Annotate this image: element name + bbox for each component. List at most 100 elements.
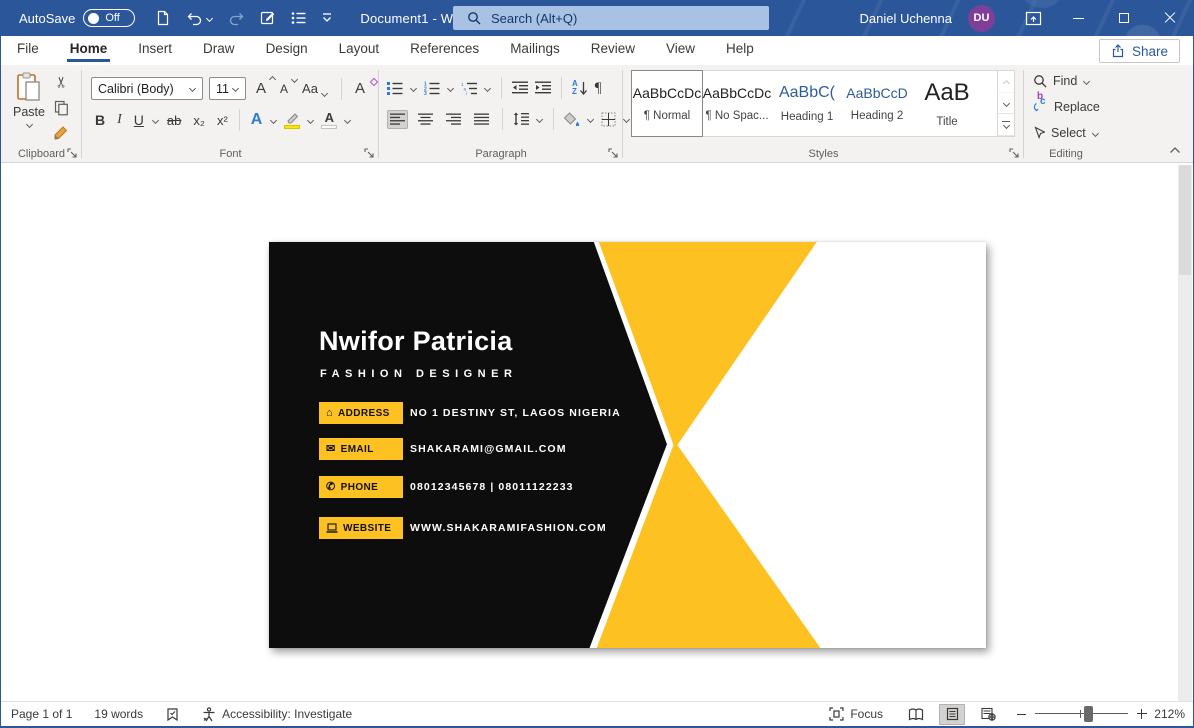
clipboard-dialog-launcher-icon[interactable]	[67, 148, 77, 158]
italic-button[interactable]: I	[113, 110, 126, 130]
find-button[interactable]: Find	[1033, 74, 1090, 88]
copy-icon[interactable]	[54, 100, 69, 116]
tab-references[interactable]: References	[409, 39, 480, 62]
style-normal[interactable]: AaBbCcDc ¶ Normal	[632, 71, 702, 136]
business-card[interactable]: Nwifor Patricia FASHION DESIGNER ⌂ ADDRE…	[269, 242, 986, 648]
ribbon-display-options-icon[interactable]	[1013, 0, 1053, 36]
customize-qat-icon[interactable]	[322, 13, 332, 23]
autosave-toggle[interactable]: Off	[83, 9, 136, 27]
tab-help[interactable]: Help	[725, 39, 755, 62]
tab-review[interactable]: Review	[590, 39, 636, 62]
minimize-button[interactable]	[1061, 0, 1095, 36]
zoom-out-icon[interactable]	[1017, 713, 1026, 715]
web-layout-button[interactable]	[975, 704, 1001, 725]
styles-scroll-down-icon[interactable]	[998, 93, 1014, 115]
collapse-ribbon-icon[interactable]	[1169, 146, 1181, 154]
tab-view[interactable]: View	[665, 39, 696, 62]
focus-button[interactable]: Focus	[829, 707, 883, 721]
multilevel-dropdown-icon[interactable]	[484, 86, 491, 91]
decrease-indent-icon[interactable]	[512, 81, 528, 95]
tab-home[interactable]: Home	[66, 39, 110, 62]
underline-button[interactable]: U	[130, 110, 148, 130]
paragraph-dialog-launcher-icon[interactable]	[608, 148, 618, 158]
text-effects-button[interactable]: A	[247, 109, 267, 131]
align-left-button[interactable]	[387, 109, 408, 129]
undo-dropdown-icon[interactable]	[206, 16, 213, 21]
new-document-icon[interactable]	[155, 10, 171, 26]
replace-button[interactable]: b c Replace	[1033, 92, 1100, 114]
styles-more-icon[interactable]	[998, 114, 1014, 137]
borders-icon[interactable]	[601, 112, 616, 127]
cut-icon[interactable]: ✂	[52, 76, 70, 89]
font-size-select[interactable]: 11	[209, 77, 246, 100]
editor-icon[interactable]	[260, 10, 276, 26]
bullets-icon[interactable]	[387, 81, 403, 95]
highlight-button[interactable]	[281, 111, 303, 130]
font-dialog-launcher-icon[interactable]	[364, 148, 374, 158]
text-effects-dropdown-icon[interactable]	[270, 118, 277, 123]
increase-indent-icon[interactable]	[535, 81, 551, 95]
word-count[interactable]: 19 words	[94, 707, 143, 721]
select-button[interactable]: Select	[1033, 126, 1099, 140]
sort-button[interactable]: AZ	[572, 80, 588, 96]
align-right-button[interactable]	[443, 110, 464, 129]
tab-draw[interactable]: Draw	[202, 39, 236, 62]
show-hide-pilcrow-button[interactable]: ¶	[595, 80, 602, 97]
numbering-icon[interactable]: 123	[424, 81, 440, 97]
style-heading-1[interactable]: AaBbC( Heading 1	[772, 71, 842, 136]
tab-design[interactable]: Design	[265, 39, 309, 62]
undo-icon[interactable]	[186, 11, 213, 26]
paste-dropdown-icon[interactable]	[26, 122, 33, 127]
font-color-dropdown-icon[interactable]	[344, 118, 351, 123]
read-mode-button[interactable]	[903, 704, 929, 725]
clear-formatting-button[interactable]: A	[351, 77, 379, 99]
avatar[interactable]: DU	[968, 4, 995, 32]
zoom-level[interactable]: 212%	[1147, 707, 1185, 721]
proofing-icon[interactable]	[165, 707, 180, 722]
shading-dropdown-icon[interactable]	[587, 117, 594, 122]
accessibility-status[interactable]: Accessibility: Investigate	[202, 706, 352, 722]
bullets-dropdown-icon[interactable]	[410, 86, 417, 91]
justify-button[interactable]	[471, 110, 492, 129]
highlight-dropdown-icon[interactable]	[307, 118, 314, 123]
maximize-button[interactable]	[1107, 0, 1141, 36]
user-name[interactable]: Daniel Uchenna	[859, 11, 952, 26]
paste-button[interactable]: Paste	[7, 72, 51, 148]
vertical-scrollbar[interactable]	[1178, 165, 1192, 701]
line-spacing-icon[interactable]	[513, 112, 529, 126]
superscript-button[interactable]: x²	[213, 111, 232, 130]
print-layout-button[interactable]	[939, 703, 965, 725]
tab-insert[interactable]: Insert	[137, 39, 173, 62]
format-painter-icon[interactable]	[53, 125, 69, 141]
scrollbar-thumb[interactable]	[1179, 165, 1191, 275]
grow-font-button[interactable]: A	[252, 78, 270, 99]
page-indicator[interactable]: Page 1 of 1	[11, 707, 72, 721]
close-button[interactable]	[1153, 0, 1187, 36]
share-button[interactable]: Share	[1098, 39, 1180, 63]
change-case-button[interactable]: Aa	[298, 79, 332, 98]
font-name-select[interactable]: Calibri (Body)	[91, 77, 203, 100]
zoom-slider-thumb[interactable]	[1084, 706, 1093, 722]
multilevel-list-icon[interactable]: 1ai	[461, 81, 477, 96]
style-heading-2[interactable]: AaBbCcD Heading 2	[842, 71, 912, 136]
strikethrough-button[interactable]: ab	[163, 111, 185, 130]
document-canvas[interactable]: Nwifor Patricia FASHION DESIGNER ⌂ ADDRE…	[1, 163, 1193, 701]
bold-button[interactable]: B	[91, 110, 109, 130]
font-color-button[interactable]: A	[318, 110, 340, 130]
styles-dialog-launcher-icon[interactable]	[1009, 148, 1019, 158]
line-spacing-dropdown-icon[interactable]	[536, 117, 543, 122]
tab-file[interactable]: File	[16, 39, 40, 62]
shrink-font-button[interactable]: A	[276, 80, 292, 98]
style-no-spacing[interactable]: AaBbCcDc ¶ No Spac...	[702, 71, 772, 136]
subscript-button[interactable]: x₂	[189, 111, 209, 130]
bulleted-list-icon[interactable]	[291, 11, 307, 25]
align-center-button[interactable]	[415, 110, 436, 129]
search-input[interactable]: Search (Alt+Q)	[453, 6, 769, 30]
underline-dropdown-icon[interactable]	[152, 118, 159, 123]
tab-layout[interactable]: Layout	[338, 39, 381, 62]
styles-scroll-up-icon[interactable]	[998, 71, 1014, 93]
shading-icon[interactable]	[563, 112, 580, 127]
zoom-in-icon[interactable]	[1137, 709, 1147, 719]
tab-mailings[interactable]: Mailings	[509, 39, 561, 62]
style-title[interactable]: AaB Title	[912, 71, 982, 136]
